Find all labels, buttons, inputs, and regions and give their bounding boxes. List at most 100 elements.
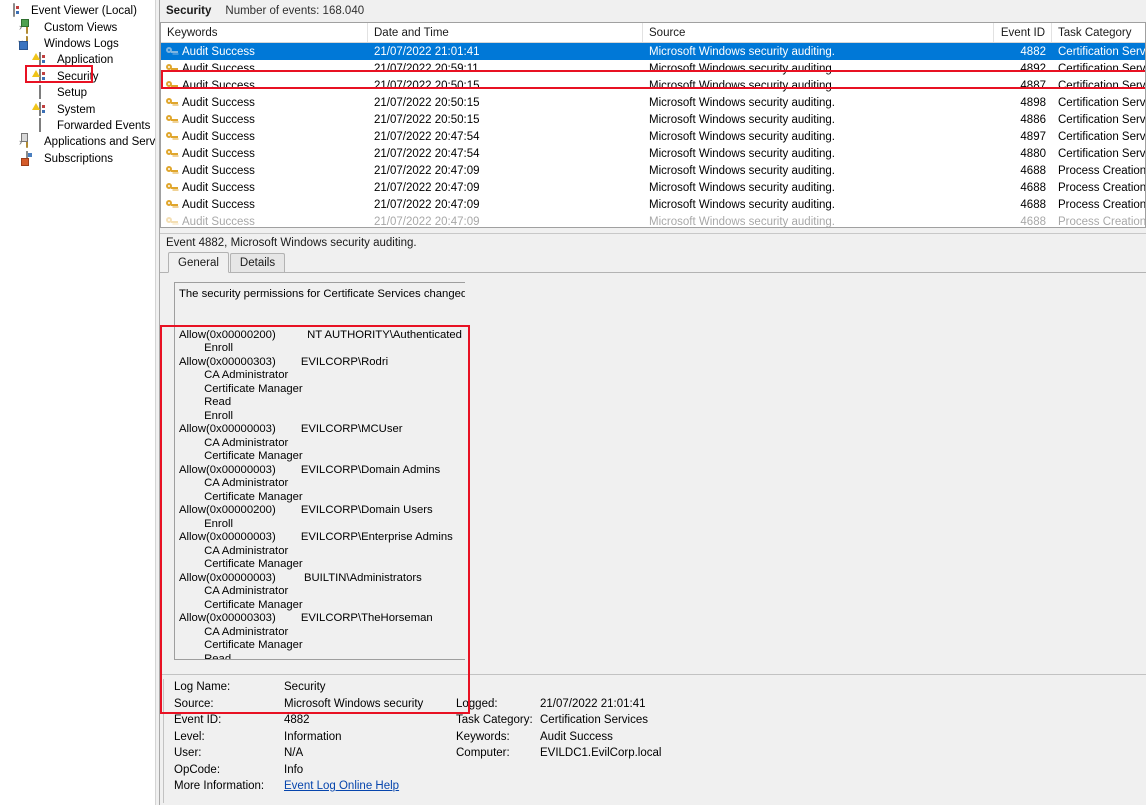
key-icon	[166, 114, 178, 125]
events-column-header: Keywords Date and Time Source Event ID Task …	[161, 23, 1145, 43]
cell-keywords: Audit Success	[161, 43, 368, 60]
cell-text: Audit Success	[182, 62, 255, 75]
cell-task: Certification Services	[1058, 45, 1145, 58]
event-metadata-table: Log Name: Security Source: Microsoft Window…	[174, 680, 661, 796]
sidebar-item-event-viewer-local[interactable]: Event Viewer (Local)	[0, 3, 155, 19]
cell-keywords: Audit Success	[161, 162, 368, 179]
key-icon	[166, 131, 178, 142]
console-icon	[13, 3, 28, 18]
folder-green-icon	[26, 19, 41, 35]
cell-event-id: 4886	[1020, 113, 1046, 126]
cell-task: Certification Services	[1058, 113, 1145, 126]
sidebar-item-subscriptions[interactable]: Subscriptions	[0, 150, 155, 167]
cell-keywords: Audit Success	[161, 179, 368, 196]
cell-source: Microsoft Windows security auditing.	[649, 45, 835, 58]
tab-details[interactable]: Details	[229, 253, 286, 272]
sidebar-item-label: Subscriptions	[44, 152, 114, 165]
cell-event-id: 4688	[1020, 181, 1046, 194]
events-list[interactable]: Keywords Date and Time Source Event ID Task …	[160, 22, 1146, 228]
event-description-box[interactable]: The security permissions for Certificate…	[174, 282, 465, 660]
cell-datetime: 21/07/2022 20:47:54	[374, 147, 480, 160]
metadata-value: Info	[284, 763, 304, 776]
column-header-datetime[interactable]: Date and Time	[368, 23, 643, 42]
metadata-value: 4882	[284, 714, 310, 726]
cell-source: Microsoft Windows security auditing.	[649, 130, 835, 143]
cell-text: Audit Success	[182, 96, 255, 109]
event-log-online-help-link[interactable]: Event Log Online Help	[284, 780, 399, 792]
metadata-label: Source:	[174, 697, 214, 710]
cell-event-id: 4688	[1020, 164, 1046, 177]
sidebar-item-forwarded-events[interactable]: Forwarded Events	[0, 117, 155, 134]
cell-keywords: Audit Success	[161, 94, 368, 111]
table-row[interactable]: Audit Success 21/07/2022 20:47:54 Microsof…	[161, 145, 1145, 162]
cell-keywords: Audit Success	[161, 111, 368, 128]
key-icon	[166, 148, 178, 159]
sidebar-item-label: System	[57, 103, 96, 116]
cell-source: Microsoft Windows security auditing.	[649, 62, 835, 75]
column-header-event-id[interactable]: Event ID	[994, 23, 1052, 42]
sidebar-item-system[interactable]: System	[0, 101, 155, 117]
sidebar-item-security[interactable]: Security	[0, 68, 155, 85]
folder-lock-icon	[26, 134, 41, 149]
metadata-value-secondary: Certification Services	[540, 714, 649, 726]
cell-datetime: 21/07/2022 20:47:09	[374, 215, 480, 228]
metadata-label-secondary: Logged:	[456, 697, 498, 710]
event-metadata-panel: Log Name: Security Source: Microsoft Window…	[160, 674, 1146, 805]
sidebar-item-custom-views[interactable]: › Custom Views	[0, 19, 155, 35]
log-icon	[32, 68, 54, 84]
cell-datetime: 21/07/2022 20:47:09	[374, 198, 480, 211]
metadata-row: User: N/A Computer: EVILDC1.EvilCorp.local	[174, 746, 661, 763]
cell-task: Certification Services	[1058, 130, 1145, 143]
metadata-label: Event ID:	[174, 714, 222, 726]
table-row[interactable]: Audit Success 21/07/2022 20:47:09 Microsof…	[161, 179, 1145, 196]
main-pane: Security Number of events: 168.040 Keywo…	[160, 0, 1146, 805]
metadata-row: Log Name: Security	[174, 680, 661, 697]
cell-task: Process Creation	[1058, 215, 1145, 228]
metadata-value-secondary	[540, 763, 661, 780]
key-icon	[166, 182, 178, 193]
column-header-task[interactable]: Task Category	[1052, 23, 1145, 42]
table-row[interactable]: Audit Success 21/07/2022 20:47:54 Microsof…	[161, 128, 1145, 145]
tab-general[interactable]: General	[168, 252, 229, 273]
table-row[interactable]: Audit Success 21/07/2022 20:50:15 Microsof…	[161, 77, 1145, 94]
sidebar-item-windows-logs[interactable]: ∨Windows Logs	[0, 35, 155, 52]
table-row[interactable]: Audit Success 21/07/2022 20:50:15 Microsof…	[161, 111, 1145, 128]
table-row[interactable]: Audit Success 21/07/2022 20:47:09 Microsof…	[161, 196, 1145, 213]
metadata-row: OpCode: Info	[174, 763, 661, 780]
column-header-keywords[interactable]: Keywords	[161, 23, 368, 42]
table-row[interactable]: Audit Success 21/07/2022 20:59:11 Microsof…	[161, 60, 1145, 77]
metadata-row: Source: Microsoft Windows security Logged:…	[174, 697, 661, 714]
metadata-value-secondary: 21/07/2022 21:01:41	[540, 697, 646, 710]
cell-text: Audit Success	[182, 45, 255, 58]
cell-datetime: 21/07/2022 20:47:09	[374, 181, 480, 194]
key-icon	[166, 216, 178, 227]
log-icon	[39, 85, 54, 100]
sidebar-item-application[interactable]: Application	[0, 52, 155, 68]
events-rows: Audit Success 21/07/2022 21:01:41 Microsof…	[161, 43, 1145, 228]
cell-datetime: 21/07/2022 20:50:15	[374, 96, 480, 109]
cell-text: Audit Success	[182, 113, 255, 126]
table-row[interactable]: Audit Success 21/07/2022 20:50:15 Microsof…	[161, 94, 1145, 111]
log-icon	[32, 52, 54, 67]
sidebar-item-setup[interactable]: Setup	[0, 85, 155, 101]
cell-source: Microsoft Windows security auditing.	[649, 164, 835, 177]
cell-source: Microsoft Windows security auditing.	[649, 181, 835, 194]
table-row[interactable]: Audit Success 21/07/2022 20:47:09 Microsof…	[161, 162, 1145, 179]
metadata-label-secondary: Computer:	[456, 747, 510, 759]
metadata-label-secondary: Task Category:	[456, 714, 533, 726]
log-icon	[32, 101, 54, 117]
sidebar-item-applications-and-services-lo[interactable]: ›Applications and Services Lo	[0, 134, 155, 150]
sidebar-item-label: Windows Logs	[44, 37, 119, 50]
sidebar-item-label: Security	[57, 70, 99, 83]
cell-datetime: 21/07/2022 20:59:11	[374, 62, 479, 75]
column-header-source[interactable]: Source	[643, 23, 994, 42]
cell-text: Audit Success	[182, 181, 255, 194]
key-icon	[166, 63, 178, 74]
table-row[interactable]: Audit Success 21/07/2022 21:01:41 Microsof…	[161, 43, 1145, 60]
metadata-value-secondary: EVILDC1.EvilCorp.local	[540, 747, 662, 759]
table-row[interactable]: Audit Success 21/07/2022 20:47:09 Microsof…	[161, 213, 1145, 228]
cell-event-id: 4688	[1020, 215, 1046, 228]
sidebar-item-label: Forwarded Events	[57, 119, 151, 132]
cell-text: Audit Success	[182, 79, 255, 92]
cell-datetime: 21/07/2022 20:47:54	[374, 130, 480, 143]
